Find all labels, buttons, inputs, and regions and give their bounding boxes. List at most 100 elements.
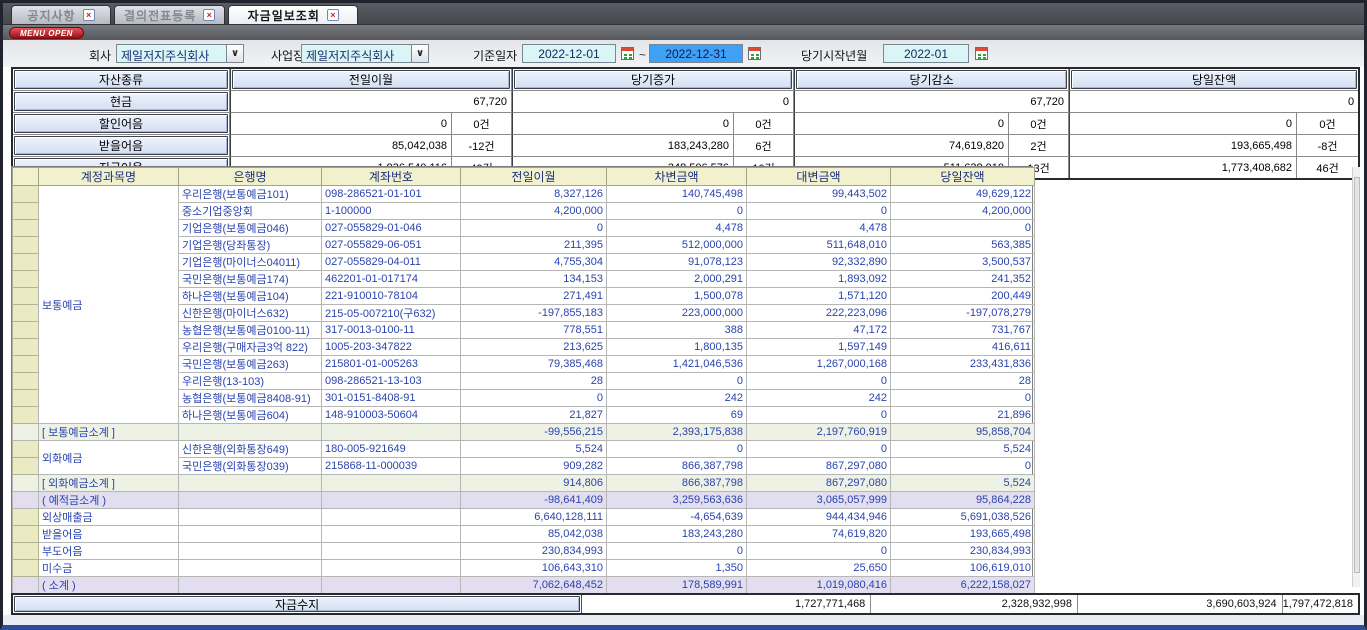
close-icon[interactable]: × [203, 9, 215, 21]
account-group-cell[interactable]: 보통예금 [39, 186, 179, 424]
row-indicator-cell[interactable] [13, 577, 39, 594]
summary-amount-cell[interactable]: 193,665,498 [1069, 135, 1297, 157]
bank-name-cell[interactable]: 하나은행(보통예금104) [179, 288, 322, 305]
bank-name-cell[interactable]: 국민은행(보통예금174) [179, 271, 322, 288]
amount-cell[interactable]: 3,259,563,636 [607, 492, 747, 509]
amount-cell[interactable]: 0 [607, 203, 747, 220]
bank-name-cell[interactable]: 농협은행(보통예금8408-91) [179, 390, 322, 407]
amount-cell[interactable]: 5,524 [891, 475, 1035, 492]
amount-cell[interactable]: 511,648,010 [747, 237, 891, 254]
amount-cell[interactable]: 8,327,126 [461, 186, 607, 203]
amount-cell[interactable]: 91,078,123 [607, 254, 747, 271]
summary-amount-cell[interactable]: 67,720 [230, 91, 512, 113]
amount-cell[interactable]: 49,629,122 [891, 186, 1035, 203]
amount-cell[interactable]: 28 [461, 373, 607, 390]
amount-cell[interactable]: 512,000,000 [607, 237, 747, 254]
amount-cell[interactable]: 0 [607, 543, 747, 560]
row-indicator-cell[interactable] [13, 424, 39, 441]
amount-cell[interactable]: 92,332,890 [747, 254, 891, 271]
amount-cell[interactable]: 193,665,498 [891, 526, 1035, 543]
row-indicator-cell[interactable] [13, 441, 39, 458]
amount-cell[interactable]: 7,062,648,452 [461, 577, 607, 594]
amount-cell[interactable]: 242 [747, 390, 891, 407]
amount-cell[interactable]: 0 [461, 390, 607, 407]
summary-amount-cell[interactable]: 183,243,280 [512, 135, 734, 157]
amount-cell[interactable]: 271,491 [461, 288, 607, 305]
account-label-cell[interactable]: ( 소계 ) [39, 577, 179, 594]
amount-cell[interactable]: 1,421,046,536 [607, 356, 747, 373]
amount-cell[interactable]: 0 [891, 458, 1035, 475]
bank-name-cell[interactable] [179, 475, 322, 492]
amount-cell[interactable]: 4,755,304 [461, 254, 607, 271]
amount-cell[interactable]: 28 [891, 373, 1035, 390]
row-indicator-cell[interactable] [13, 237, 39, 254]
account-number-cell[interactable] [322, 526, 461, 543]
amount-cell[interactable]: 1,893,092 [747, 271, 891, 288]
amount-cell[interactable]: 731,767 [891, 322, 1035, 339]
account-number-cell[interactable] [322, 560, 461, 577]
amount-cell[interactable]: 230,834,993 [461, 543, 607, 560]
account-number-cell[interactable]: 027-055829-06-051 [322, 237, 461, 254]
row-indicator-cell[interactable] [13, 458, 39, 475]
account-label-cell[interactable]: 미수금 [39, 560, 179, 577]
account-number-cell[interactable]: 221-910010-78104 [322, 288, 461, 305]
date-from-input[interactable]: 2022-12-01 [522, 44, 616, 63]
calendar-icon[interactable] [748, 47, 761, 60]
amount-cell[interactable]: 5,691,038,526 [891, 509, 1035, 526]
summary-amount-cell[interactable]: 74,619,820 [794, 135, 1009, 157]
bank-name-cell[interactable]: 우리은행(구매자금3억 822) [179, 339, 322, 356]
bank-name-cell[interactable]: 농협은행(보통예금0100-11) [179, 322, 322, 339]
bank-name-cell[interactable] [179, 509, 322, 526]
amount-cell[interactable]: 0 [747, 373, 891, 390]
summary-count-cell[interactable]: 0건 [452, 113, 512, 135]
amount-cell[interactable]: 866,387,798 [607, 475, 747, 492]
amount-cell[interactable]: -197,078,279 [891, 305, 1035, 322]
account-label-cell[interactable]: 부도어음 [39, 543, 179, 560]
bank-name-cell[interactable]: 하나은행(보통예금604) [179, 407, 322, 424]
summary-amount-cell[interactable]: 0 [230, 113, 452, 135]
amount-cell[interactable]: 563,385 [891, 237, 1035, 254]
amount-cell[interactable]: 6,222,158,027 [891, 577, 1035, 594]
account-number-cell[interactable]: 317-0013-0100-11 [322, 322, 461, 339]
bank-name-cell[interactable] [179, 492, 322, 509]
bank-name-cell[interactable]: 기업은행(당좌통장) [179, 237, 322, 254]
bank-name-cell[interactable]: 국민은행(보통예금263) [179, 356, 322, 373]
chevron-down-icon[interactable]: ∨ [226, 45, 243, 62]
amount-cell[interactable]: 0 [747, 441, 891, 458]
summary-amount-cell[interactable]: 1,773,408,682 [1069, 157, 1297, 178]
funds-balance-value[interactable]: 3,690,603,924 [1078, 595, 1283, 613]
amount-cell[interactable]: -98,641,409 [461, 492, 607, 509]
bank-name-cell[interactable]: 우리은행(보통예금101) [179, 186, 322, 203]
summary-count-cell[interactable]: 2건 [1009, 135, 1069, 157]
row-indicator-cell[interactable] [13, 407, 39, 424]
amount-cell[interactable]: 21,896 [891, 407, 1035, 424]
bank-name-cell[interactable]: 신한은행(마이너스632) [179, 305, 322, 322]
summary-count-cell[interactable]: 0건 [734, 113, 794, 135]
account-number-cell[interactable]: 215868-11-000039 [322, 458, 461, 475]
summary-count-cell[interactable]: 46건 [1297, 157, 1358, 178]
summary-count-cell[interactable]: 0건 [1297, 113, 1358, 135]
amount-cell[interactable]: 944,434,946 [747, 509, 891, 526]
summary-amount-cell[interactable]: 85,042,038 [230, 135, 452, 157]
row-indicator-cell[interactable] [13, 492, 39, 509]
amount-cell[interactable]: 0 [891, 220, 1035, 237]
amount-cell[interactable]: 1,800,135 [607, 339, 747, 356]
account-label-cell[interactable]: 받을어음 [39, 526, 179, 543]
tab-2[interactable]: 결의전표등록× [114, 5, 225, 24]
amount-cell[interactable]: 0 [607, 441, 747, 458]
row-indicator-cell[interactable] [13, 356, 39, 373]
row-indicator-cell[interactable] [13, 271, 39, 288]
account-number-cell[interactable]: 1005-203-347822 [322, 339, 461, 356]
account-label-cell[interactable]: [ 외화예금소계 ] [39, 475, 179, 492]
bank-name-cell[interactable]: 국민은행(외화통장039) [179, 458, 322, 475]
menu-open-button[interactable]: MENU OPEN [9, 27, 84, 39]
account-label-cell[interactable]: ( 예적금소계 ) [39, 492, 179, 509]
bank-name-cell[interactable]: 중소기업중앙회 [179, 203, 322, 220]
row-indicator-cell[interactable] [13, 322, 39, 339]
date-to-input[interactable]: 2022-12-31 [649, 44, 743, 63]
row-indicator-cell[interactable] [13, 543, 39, 560]
amount-cell[interactable]: -99,556,215 [461, 424, 607, 441]
amount-cell[interactable]: 95,858,704 [891, 424, 1035, 441]
account-number-cell[interactable]: 215-05-007210(구632) [322, 305, 461, 322]
amount-cell[interactable]: 5,524 [461, 441, 607, 458]
